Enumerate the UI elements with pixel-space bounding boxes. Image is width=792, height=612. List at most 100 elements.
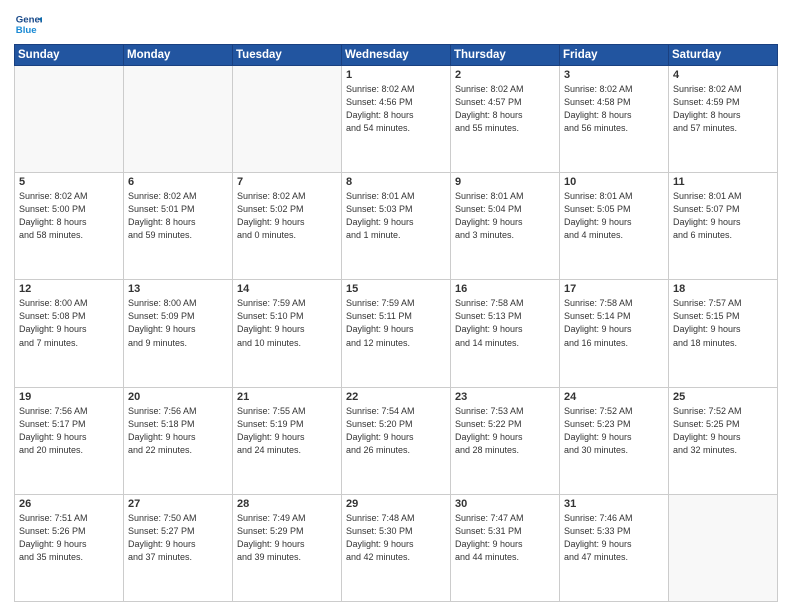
calendar-cell: 30 Sunrise: 7:47 AM Sunset: 5:31 PM Dayli… (451, 494, 560, 601)
day-number: 19 (19, 391, 119, 403)
day-number: 23 (455, 391, 555, 403)
day-number: 6 (128, 176, 228, 188)
calendar-cell: 4 Sunrise: 8:02 AM Sunset: 4:59 PM Daylig… (669, 66, 778, 173)
day-number: 17 (564, 283, 664, 295)
calendar-week-4: 19 Sunrise: 7:56 AM Sunset: 5:17 PM Dayli… (15, 387, 778, 494)
day-info: Sunrise: 7:46 AM Sunset: 5:33 PM Dayligh… (564, 512, 664, 564)
calendar-cell: 23 Sunrise: 7:53 AM Sunset: 5:22 PM Dayli… (451, 387, 560, 494)
day-info: Sunrise: 8:02 AM Sunset: 4:56 PM Dayligh… (346, 83, 446, 135)
day-info: Sunrise: 8:01 AM Sunset: 5:04 PM Dayligh… (455, 190, 555, 242)
calendar-week-2: 5Sunrise: 8:02 AM Sunset: 5:00 PM Daylig… (15, 173, 778, 280)
day-number: 4 (673, 69, 773, 81)
calendar-cell (233, 66, 342, 173)
day-info: Sunrise: 7:56 AM Sunset: 5:17 PM Dayligh… (19, 405, 119, 457)
logo-icon: General Blue (14, 10, 42, 38)
day-number: 29 (346, 498, 446, 510)
day-info: Sunrise: 7:52 AM Sunset: 5:25 PM Dayligh… (673, 405, 773, 457)
day-info: Sunrise: 7:57 AM Sunset: 5:15 PM Dayligh… (673, 297, 773, 349)
day-number: 25 (673, 391, 773, 403)
day-number: 1 (346, 69, 446, 81)
day-info: Sunrise: 7:56 AM Sunset: 5:18 PM Dayligh… (128, 405, 228, 457)
day-info: Sunrise: 8:01 AM Sunset: 5:05 PM Dayligh… (564, 190, 664, 242)
calendar-cell (124, 66, 233, 173)
day-info: Sunrise: 8:00 AM Sunset: 5:08 PM Dayligh… (19, 297, 119, 349)
day-info: Sunrise: 7:58 AM Sunset: 5:13 PM Dayligh… (455, 297, 555, 349)
calendar-cell: 5Sunrise: 8:02 AM Sunset: 5:00 PM Daylig… (15, 173, 124, 280)
day-number: 31 (564, 498, 664, 510)
day-number: 12 (19, 283, 119, 295)
calendar-cell: 19 Sunrise: 7:56 AM Sunset: 5:17 PM Dayli… (15, 387, 124, 494)
col-header-tuesday: Tuesday (233, 45, 342, 66)
calendar-cell: 18 Sunrise: 7:57 AM Sunset: 5:15 PM Dayli… (669, 280, 778, 387)
calendar-cell: 14Sunrise: 7:59 AM Sunset: 5:10 PM Dayli… (233, 280, 342, 387)
col-header-sunday: Sunday (15, 45, 124, 66)
day-info: Sunrise: 8:01 AM Sunset: 5:07 PM Dayligh… (673, 190, 773, 242)
day-info: Sunrise: 8:02 AM Sunset: 4:58 PM Dayligh… (564, 83, 664, 135)
calendar-cell: 2Sunrise: 8:02 AM Sunset: 4:57 PM Daylig… (451, 66, 560, 173)
calendar-cell: 24 Sunrise: 7:52 AM Sunset: 5:23 PM Dayli… (560, 387, 669, 494)
svg-text:General: General (16, 14, 42, 25)
day-number: 20 (128, 391, 228, 403)
day-info: Sunrise: 7:52 AM Sunset: 5:23 PM Dayligh… (564, 405, 664, 457)
day-number: 18 (673, 283, 773, 295)
calendar-cell: 16 Sunrise: 7:58 AM Sunset: 5:13 PM Dayli… (451, 280, 560, 387)
day-number: 16 (455, 283, 555, 295)
calendar-cell: 28 Sunrise: 7:49 AM Sunset: 5:29 PM Dayli… (233, 494, 342, 601)
day-info: Sunrise: 7:54 AM Sunset: 5:20 PM Dayligh… (346, 405, 446, 457)
day-number: 2 (455, 69, 555, 81)
day-number: 5 (19, 176, 119, 188)
calendar-cell: 17 Sunrise: 7:58 AM Sunset: 5:14 PM Dayli… (560, 280, 669, 387)
day-number: 11 (673, 176, 773, 188)
col-header-wednesday: Wednesday (342, 45, 451, 66)
svg-text:Blue: Blue (16, 25, 37, 36)
calendar-cell: 9 Sunrise: 8:01 AM Sunset: 5:04 PM Daylig… (451, 173, 560, 280)
day-info: Sunrise: 8:00 AM Sunset: 5:09 PM Dayligh… (128, 297, 228, 349)
day-number: 28 (237, 498, 337, 510)
day-number: 30 (455, 498, 555, 510)
day-number: 13 (128, 283, 228, 295)
calendar-cell: 20 Sunrise: 7:56 AM Sunset: 5:18 PM Dayli… (124, 387, 233, 494)
calendar-cell (669, 494, 778, 601)
day-number: 10 (564, 176, 664, 188)
calendar-cell: 25 Sunrise: 7:52 AM Sunset: 5:25 PM Dayli… (669, 387, 778, 494)
day-info: Sunrise: 8:01 AM Sunset: 5:03 PM Dayligh… (346, 190, 446, 242)
day-info: Sunrise: 7:58 AM Sunset: 5:14 PM Dayligh… (564, 297, 664, 349)
day-info: Sunrise: 7:49 AM Sunset: 5:29 PM Dayligh… (237, 512, 337, 564)
day-info: Sunrise: 7:59 AM Sunset: 5:11 PM Dayligh… (346, 297, 446, 349)
calendar-week-5: 26 Sunrise: 7:51 AM Sunset: 5:26 PM Dayli… (15, 494, 778, 601)
calendar-cell: 3Sunrise: 8:02 AM Sunset: 4:58 PM Daylig… (560, 66, 669, 173)
day-number: 24 (564, 391, 664, 403)
day-info: Sunrise: 7:47 AM Sunset: 5:31 PM Dayligh… (455, 512, 555, 564)
day-number: 22 (346, 391, 446, 403)
calendar-cell: 29Sunrise: 7:48 AM Sunset: 5:30 PM Dayli… (342, 494, 451, 601)
col-header-monday: Monday (124, 45, 233, 66)
calendar-cell: 26 Sunrise: 7:51 AM Sunset: 5:26 PM Dayli… (15, 494, 124, 601)
calendar-cell: 13 Sunrise: 8:00 AM Sunset: 5:09 PM Dayli… (124, 280, 233, 387)
calendar-cell: 15 Sunrise: 7:59 AM Sunset: 5:11 PM Dayli… (342, 280, 451, 387)
calendar-header-row: SundayMondayTuesdayWednesdayThursdayFrid… (15, 45, 778, 66)
col-header-saturday: Saturday (669, 45, 778, 66)
day-number: 21 (237, 391, 337, 403)
col-header-friday: Friday (560, 45, 669, 66)
calendar-cell: 21Sunrise: 7:55 AM Sunset: 5:19 PM Dayli… (233, 387, 342, 494)
day-number: 8 (346, 176, 446, 188)
calendar-cell: 11 Sunrise: 8:01 AM Sunset: 5:07 PM Dayli… (669, 173, 778, 280)
logo: General Blue (14, 10, 42, 38)
day-info: Sunrise: 7:51 AM Sunset: 5:26 PM Dayligh… (19, 512, 119, 564)
day-info: Sunrise: 8:02 AM Sunset: 5:02 PM Dayligh… (237, 190, 337, 242)
calendar-cell: 27 Sunrise: 7:50 AM Sunset: 5:27 PM Dayli… (124, 494, 233, 601)
day-info: Sunrise: 8:02 AM Sunset: 4:59 PM Dayligh… (673, 83, 773, 135)
calendar-cell: 6Sunrise: 8:02 AM Sunset: 5:01 PM Daylig… (124, 173, 233, 280)
calendar-cell: 8 Sunrise: 8:01 AM Sunset: 5:03 PM Daylig… (342, 173, 451, 280)
day-number: 26 (19, 498, 119, 510)
day-number: 14 (237, 283, 337, 295)
day-number: 15 (346, 283, 446, 295)
col-header-thursday: Thursday (451, 45, 560, 66)
day-number: 27 (128, 498, 228, 510)
day-info: Sunrise: 7:53 AM Sunset: 5:22 PM Dayligh… (455, 405, 555, 457)
day-number: 9 (455, 176, 555, 188)
day-info: Sunrise: 7:50 AM Sunset: 5:27 PM Dayligh… (128, 512, 228, 564)
calendar-cell (15, 66, 124, 173)
calendar-cell: 31 Sunrise: 7:46 AM Sunset: 5:33 PM Dayli… (560, 494, 669, 601)
calendar-cell: 1 Sunrise: 8:02 AM Sunset: 4:56 PM Daylig… (342, 66, 451, 173)
